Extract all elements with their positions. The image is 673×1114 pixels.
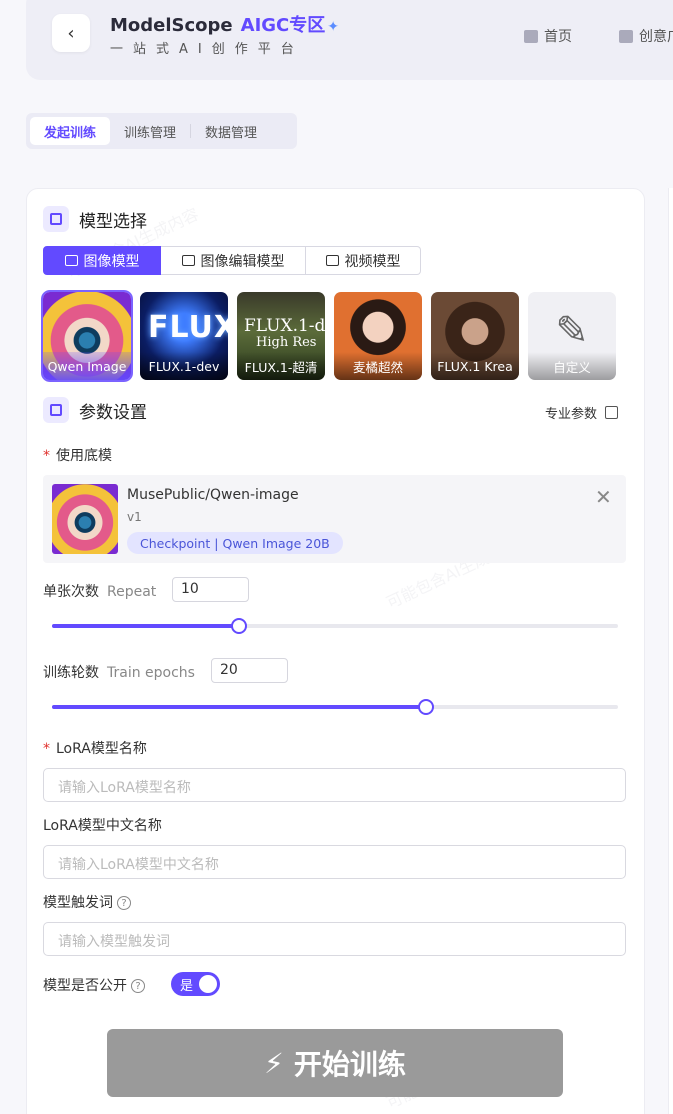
- close-icon[interactable]: ✕: [595, 485, 612, 509]
- tab-image-edit-model[interactable]: 图像编辑模型: [161, 246, 306, 275]
- model-card-qwen-image[interactable]: Qwen Image: [41, 290, 133, 382]
- tab-image-model[interactable]: 图像模型: [43, 246, 161, 275]
- trigger-input[interactable]: 请输入模型触发词: [43, 922, 626, 956]
- repeat-slider-fill: [52, 624, 239, 628]
- lora-name-label: * LoRA模型名称: [43, 741, 147, 757]
- repeat-slider-handle[interactable]: [230, 618, 247, 634]
- nav-creative[interactable]: 创意广: [619, 26, 673, 46]
- epochs-label: 训练轮数 Train epochs: [43, 665, 195, 681]
- lora-cn-name-input[interactable]: 请输入LoRA模型中文名称: [43, 845, 626, 879]
- model-card-flux-krea[interactable]: FLUX.1 Krea: [431, 292, 519, 380]
- help-icon[interactable]: ?: [117, 896, 131, 910]
- base-model-badge: Checkpoint | Qwen Image 20B: [127, 532, 343, 554]
- nav-home[interactable]: 首页: [524, 26, 572, 46]
- public-label: 模型是否公开?: [43, 975, 145, 995]
- side-panel-edge: [668, 188, 673, 1114]
- sparkle-icon: ✦: [327, 19, 339, 35]
- epochs-slider-handle[interactable]: [417, 699, 434, 715]
- lora-name-input[interactable]: 请输入LoRA模型名称: [43, 768, 626, 802]
- tab-start-training[interactable]: 发起训练: [30, 117, 111, 145]
- tab-training-management[interactable]: 训练管理: [110, 117, 190, 145]
- list-settings-icon: [43, 397, 69, 423]
- video-icon: [325, 255, 339, 266]
- bolt-icon: ⚡: [264, 1046, 284, 1080]
- tab-data-management[interactable]: 数据管理: [191, 117, 271, 145]
- sliders-icon: [605, 406, 619, 419]
- epochs-slider-fill: [52, 705, 426, 709]
- tab-video-model[interactable]: 视频模型: [306, 246, 421, 275]
- repeat-label: 单张次数 Repeat: [43, 584, 157, 600]
- model-card-custom[interactable]: ✎ 自定义: [528, 292, 616, 380]
- repeat-slider[interactable]: [52, 618, 618, 634]
- public-toggle[interactable]: 是: [171, 972, 220, 996]
- flask-icon: [619, 29, 633, 43]
- brand-subtitle: 一站式AI创作平台: [110, 42, 304, 57]
- image-icon: [64, 255, 78, 266]
- base-model-name: MusePublic/Qwen-image: [127, 487, 299, 503]
- model-card-flux-dev[interactable]: FLUX FLUX.1-dev: [140, 292, 228, 380]
- lora-cn-name-label: LoRA模型中文名称: [43, 818, 162, 834]
- image-edit-icon: [181, 255, 195, 266]
- main-tabs: 发起训练 训练管理 数据管理: [26, 113, 297, 149]
- back-button[interactable]: ‹: [52, 14, 90, 52]
- epochs-input[interactable]: 20: [211, 658, 288, 683]
- model-type-tabs: 图像模型 图像编辑模型 视频模型: [43, 246, 421, 275]
- model-select-header: 模型选择: [43, 206, 147, 232]
- trigger-label: 模型触发词?: [43, 892, 131, 912]
- params-header: 参数设置: [43, 397, 147, 423]
- base-model-card[interactable]: MusePublic/Qwen-image v1 Checkpoint | Qw…: [43, 475, 626, 563]
- base-model-thumbnail: [52, 484, 118, 554]
- repeat-input[interactable]: 10: [172, 577, 249, 602]
- base-model-label: * 使用底模: [43, 448, 112, 464]
- model-card-majicflus[interactable]: 麦橘超然: [334, 292, 422, 380]
- home-icon: [524, 29, 538, 43]
- epochs-slider[interactable]: [52, 699, 618, 715]
- base-model-version: v1: [127, 510, 142, 524]
- chevron-left-icon: ‹: [67, 22, 75, 44]
- model-card-flux-hires[interactable]: FLUX.1-dev High Res FLUX.1-超清: [237, 292, 325, 380]
- grid-icon: [43, 206, 69, 232]
- pro-params-button[interactable]: 专业参数: [545, 403, 619, 422]
- model-card-list: Qwen Image FLUX FLUX.1-dev FLUX.1-dev Hi…: [41, 290, 616, 382]
- pencil-ruler-icon: ✎: [555, 308, 589, 354]
- start-training-button[interactable]: ⚡ 开始训练: [107, 1029, 563, 1097]
- toggle-knob: [199, 975, 217, 993]
- help-icon[interactable]: ?: [131, 979, 145, 993]
- brand-title: ModelScope AIGC专区 ✦: [110, 15, 339, 36]
